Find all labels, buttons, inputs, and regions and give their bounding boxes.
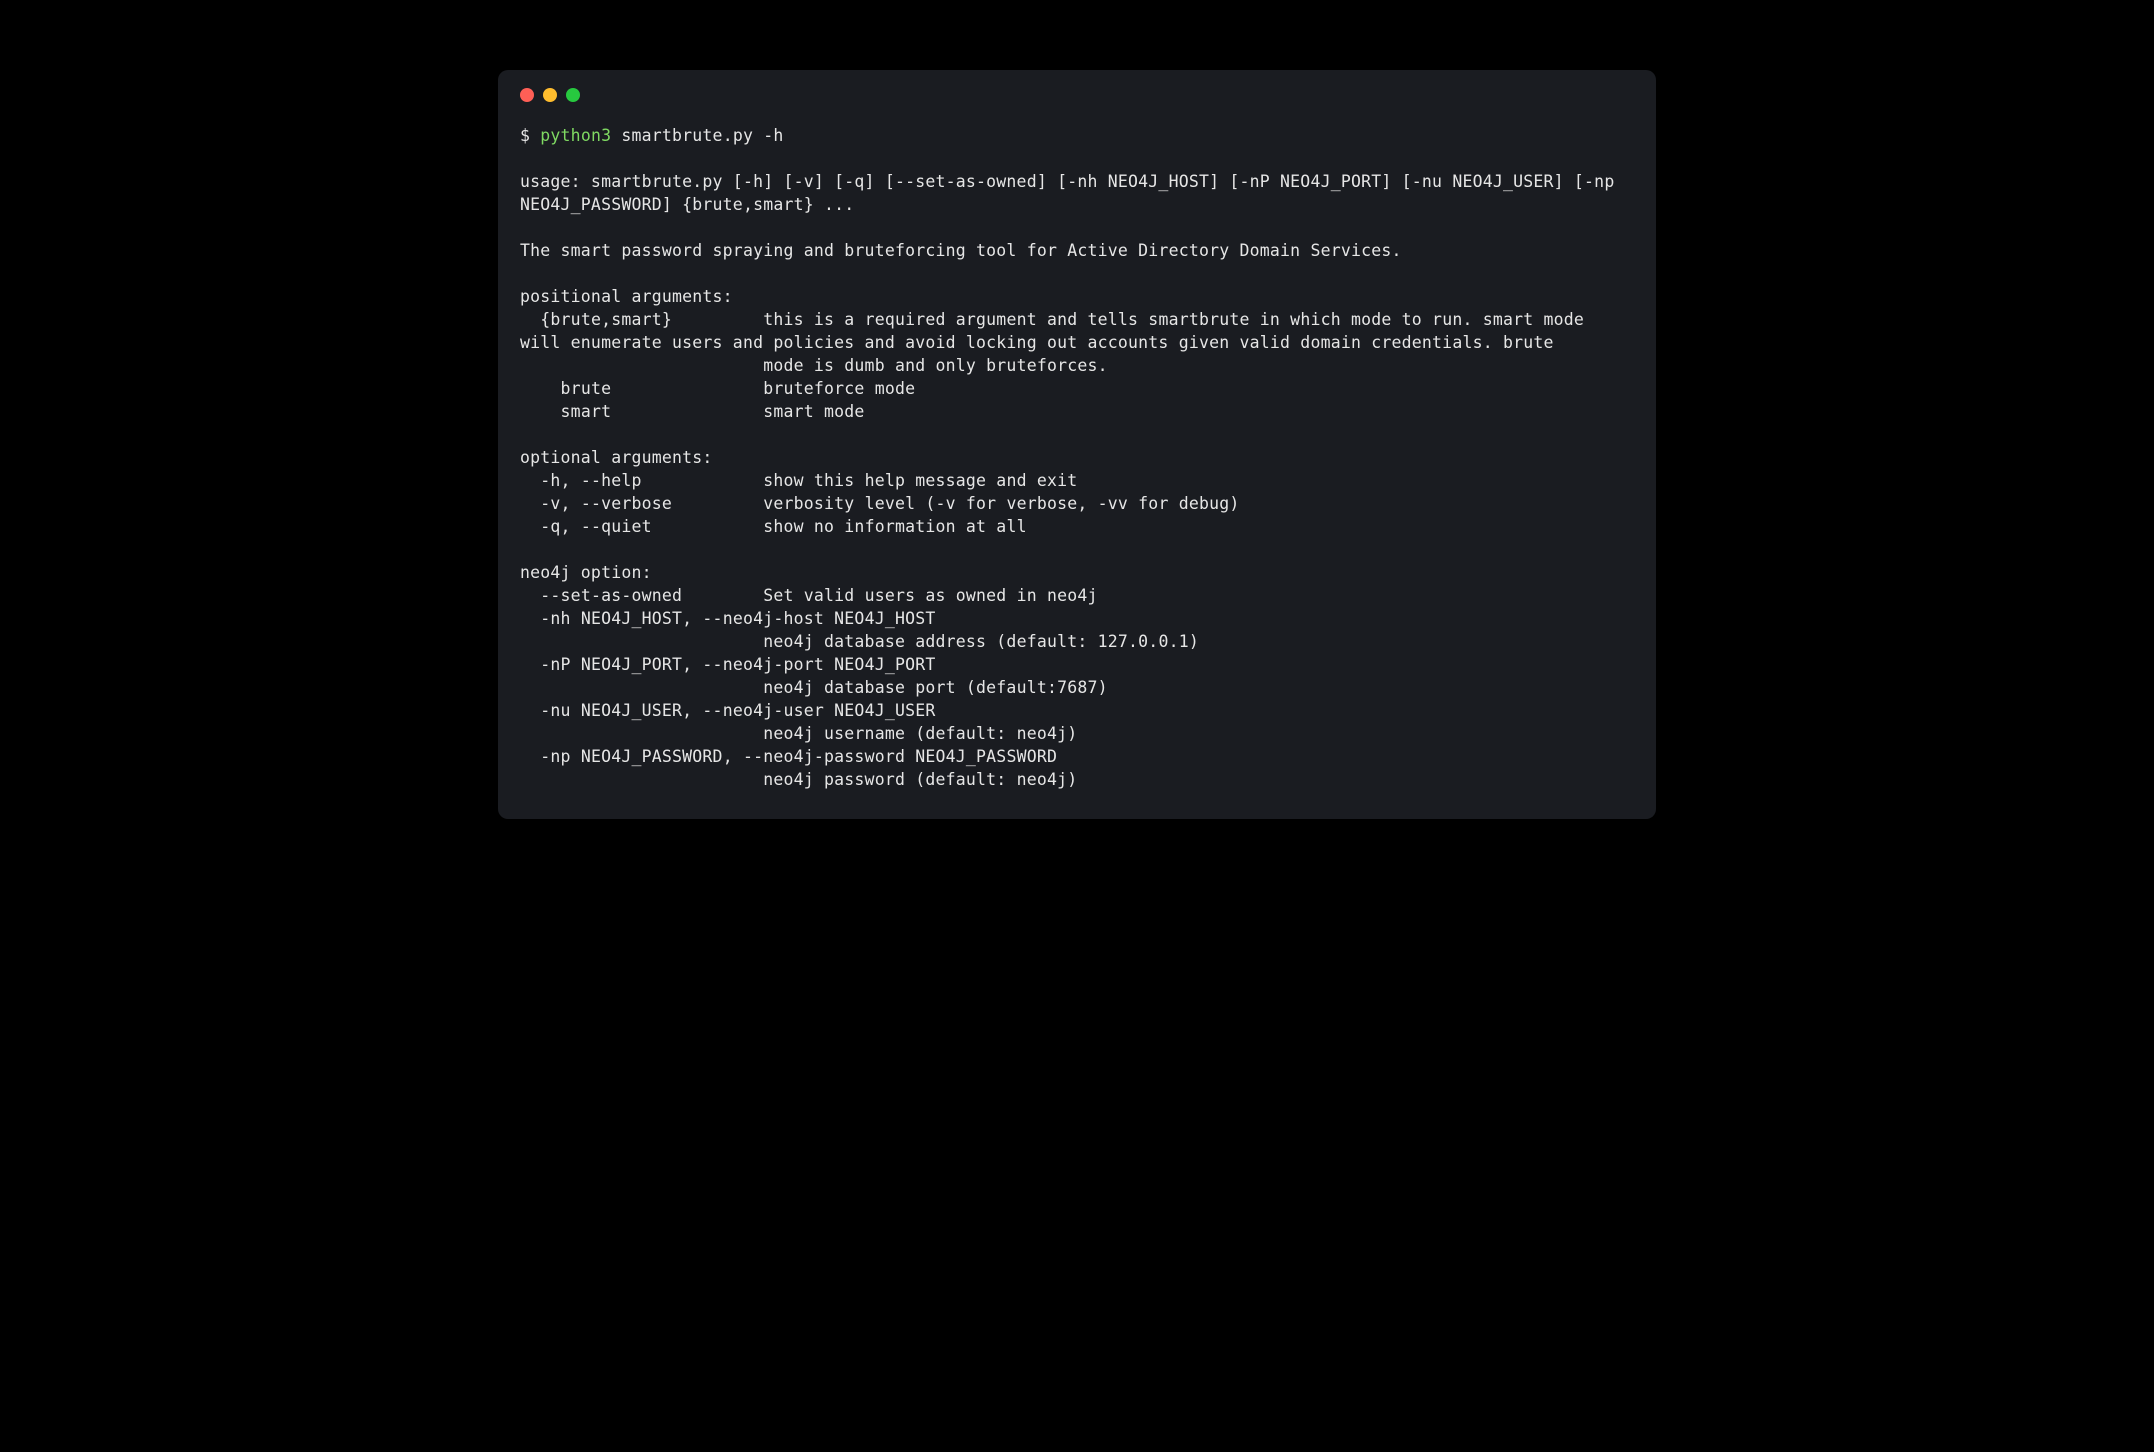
usage-line: usage: smartbrute.py [-h] [-v] [-q] [--s… <box>520 172 1625 214</box>
positional-args-header: positional arguments: <box>520 287 733 306</box>
command-args: smartbrute.py -h <box>611 126 783 145</box>
terminal-window: $ python3 smartbrute.py -h usage: smartb… <box>498 70 1656 819</box>
prompt-symbol: $ <box>520 126 540 145</box>
minimize-icon[interactable] <box>543 88 557 102</box>
description-line: The smart password spraying and brutefor… <box>520 241 1402 260</box>
command-executable: python3 <box>540 126 611 145</box>
close-icon[interactable] <box>520 88 534 102</box>
neo4j-options-block: --set-as-owned Set valid users as owned … <box>520 586 1199 789</box>
optional-args-header: optional arguments: <box>520 448 713 467</box>
neo4j-options-header: neo4j option: <box>520 563 652 582</box>
positional-args-block: {brute,smart} this is a required argumen… <box>520 310 1594 421</box>
window-controls <box>520 88 1634 102</box>
terminal-content[interactable]: $ python3 smartbrute.py -h usage: smartb… <box>520 124 1634 791</box>
maximize-icon[interactable] <box>566 88 580 102</box>
optional-args-block: -h, --help show this help message and ex… <box>520 471 1240 536</box>
